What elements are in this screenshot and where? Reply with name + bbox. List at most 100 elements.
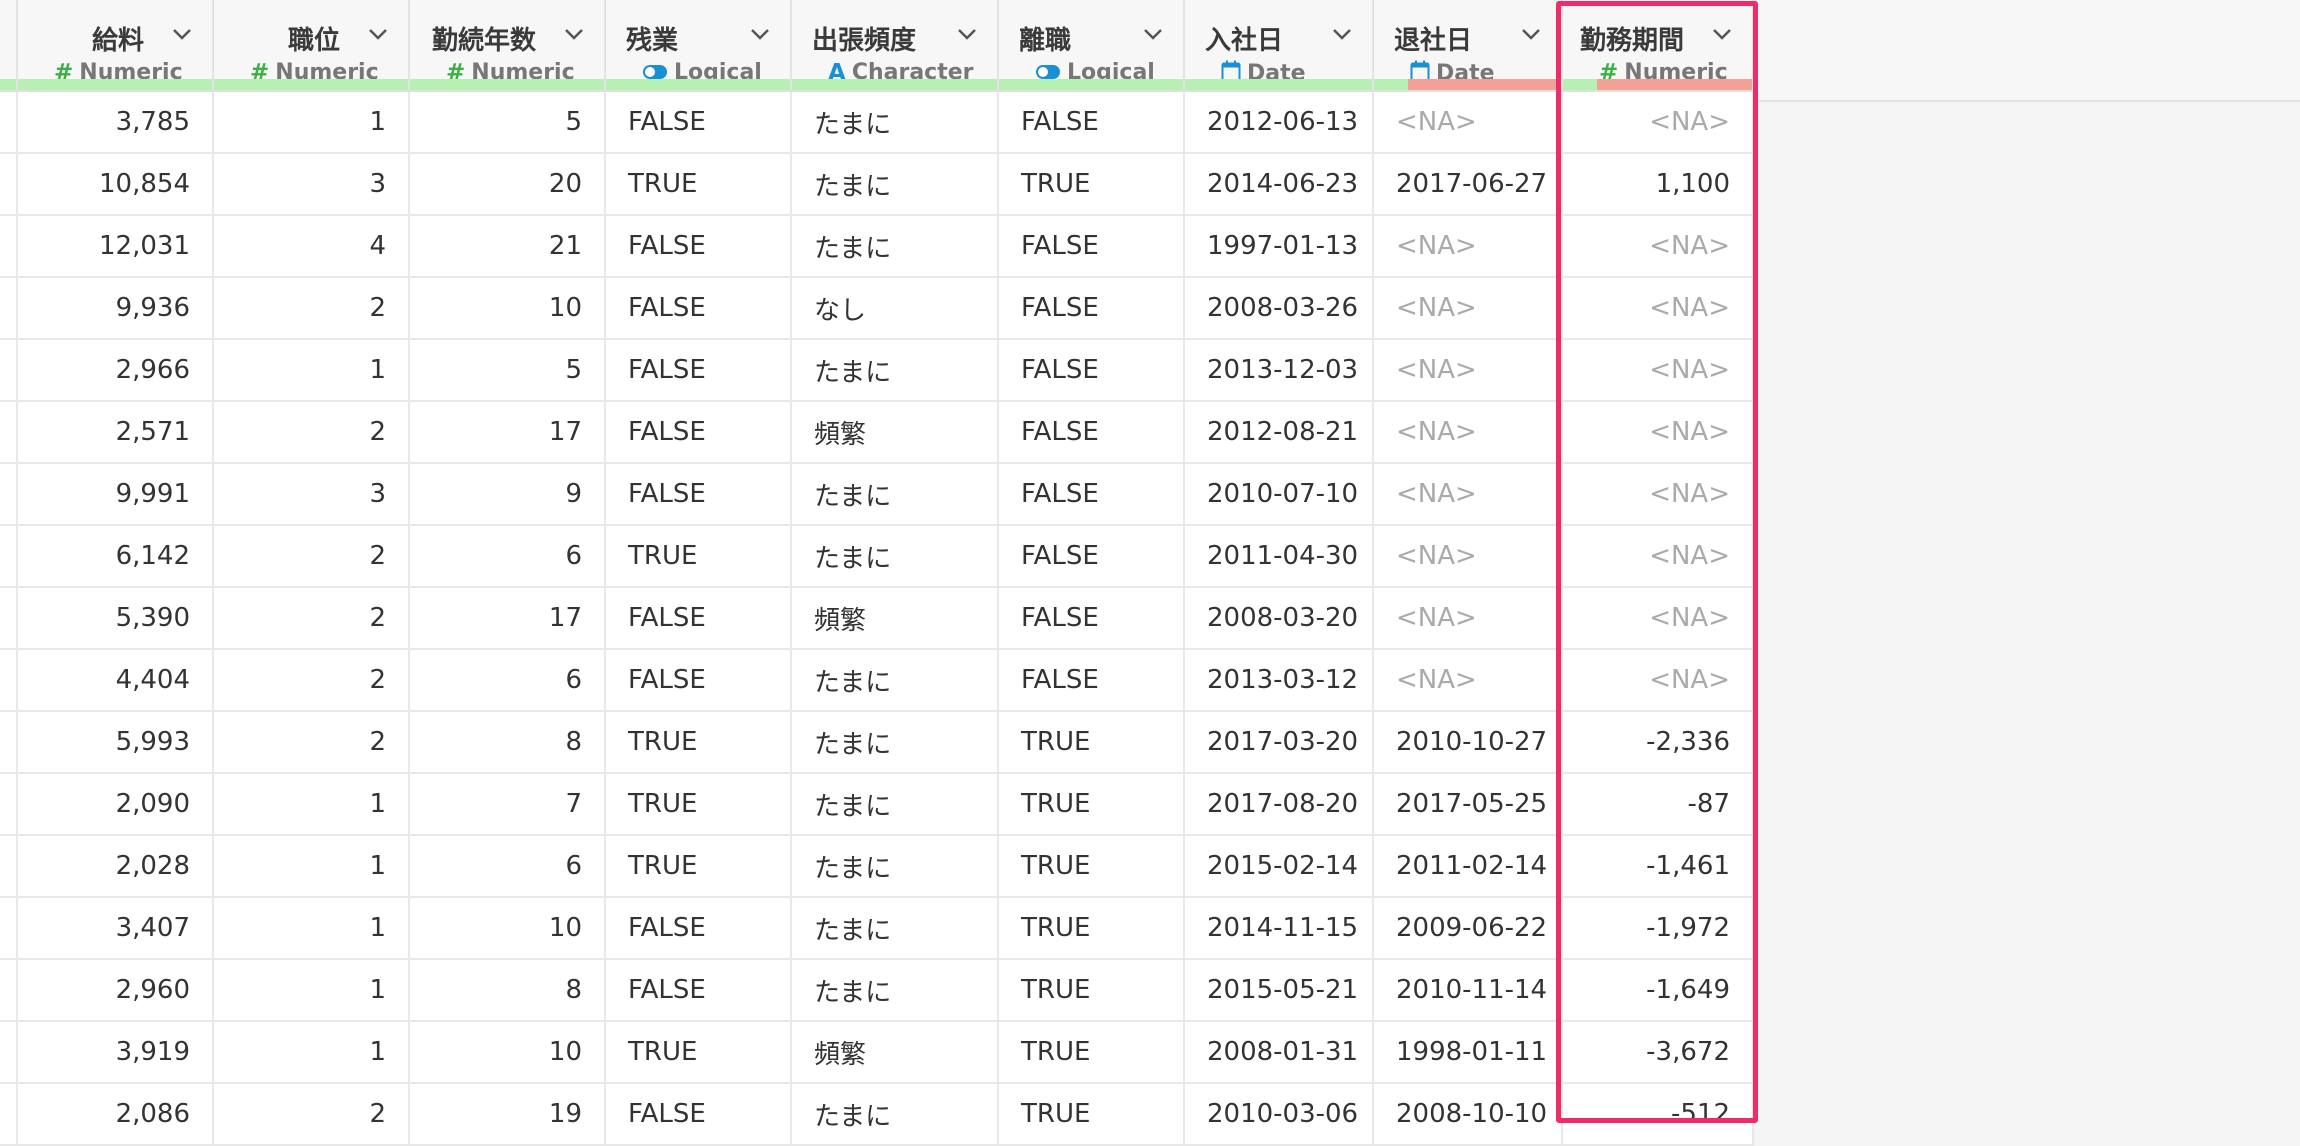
table-cell[interactable]: FALSE — [605, 463, 792, 526]
table-cell[interactable]: たまに — [791, 711, 999, 774]
chevron-down-icon[interactable] — [953, 20, 981, 48]
table-cell[interactable]: <NA> — [1373, 277, 1563, 340]
table-cell[interactable]: 5,993 — [17, 711, 214, 774]
table-cell[interactable]: 1997-01-13 — [1184, 215, 1374, 278]
table-cell[interactable]: <NA> — [1373, 91, 1563, 154]
table-cell[interactable]: 2014-11-15 — [1184, 897, 1374, 960]
table-cell[interactable]: 1 — [213, 1021, 410, 1084]
table-cell[interactable]: 頻繁 — [791, 401, 999, 464]
table-cell[interactable]: 3,407 — [17, 897, 214, 960]
table-cell[interactable]: FALSE — [605, 649, 792, 712]
table-cell[interactable]: -1,649 — [1562, 959, 1754, 1022]
table-cell[interactable]: 5,390 — [17, 587, 214, 650]
table-cell[interactable]: -1,972 — [1562, 897, 1754, 960]
table-cell[interactable]: FALSE — [998, 587, 1185, 650]
table-cell[interactable]: 2012-08-21 — [1184, 401, 1374, 464]
column-header[interactable]: 入社日 Date — [1184, 0, 1374, 92]
table-cell[interactable]: 1,100 — [1562, 153, 1754, 216]
table-cell[interactable]: 2010-11-14 — [1373, 959, 1563, 1022]
table-cell[interactable]: TRUE — [998, 153, 1185, 216]
table-cell[interactable]: 2,086 — [17, 1083, 214, 1146]
table-cell[interactable]: 2009-06-22 — [1373, 897, 1563, 960]
table-cell[interactable]: 10 — [409, 277, 606, 340]
table-cell[interactable]: たまに — [791, 339, 999, 402]
table-cell[interactable]: -512 — [1562, 1083, 1754, 1146]
table-cell[interactable]: 2008-03-20 — [1184, 587, 1374, 650]
table-cell[interactable]: <NA> — [1373, 215, 1563, 278]
table-cell[interactable]: TRUE — [605, 525, 792, 588]
column-header[interactable]: 離職 Logical — [998, 0, 1185, 92]
table-cell[interactable]: <NA> — [1373, 649, 1563, 712]
table-cell[interactable]: 2014-06-23 — [1184, 153, 1374, 216]
table-cell[interactable]: 3,919 — [17, 1021, 214, 1084]
chevron-down-icon[interactable] — [1517, 20, 1545, 48]
table-cell[interactable]: FALSE — [605, 277, 792, 340]
table-cell[interactable]: たまに — [791, 649, 999, 712]
table-cell[interactable]: FALSE — [998, 401, 1185, 464]
table-cell[interactable]: 2 — [213, 587, 410, 650]
table-cell[interactable]: <NA> — [1562, 339, 1754, 402]
table-cell[interactable]: 2,966 — [17, 339, 214, 402]
table-cell[interactable]: FALSE — [998, 525, 1185, 588]
table-cell[interactable]: FALSE — [605, 959, 792, 1022]
table-cell[interactable]: 1 — [213, 959, 410, 1022]
table-cell[interactable]: 5 — [409, 91, 606, 154]
table-cell[interactable]: 8 — [409, 959, 606, 1022]
table-cell[interactable]: たまに — [791, 153, 999, 216]
table-cell[interactable]: TRUE — [605, 153, 792, 216]
table-cell[interactable]: 10,854 — [17, 153, 214, 216]
table-cell[interactable]: 5 — [409, 339, 606, 402]
table-cell[interactable]: FALSE — [605, 91, 792, 154]
table-cell[interactable]: 2017-05-25 — [1373, 773, 1563, 836]
table-cell[interactable]: 19 — [409, 1083, 606, 1146]
table-cell[interactable]: 2013-03-12 — [1184, 649, 1374, 712]
column-header[interactable]: 職位 # Numeric — [213, 0, 410, 92]
chevron-down-icon[interactable] — [1139, 20, 1167, 48]
table-cell[interactable]: <NA> — [1562, 215, 1754, 278]
table-cell[interactable]: <NA> — [1562, 649, 1754, 712]
table-cell[interactable]: 4,404 — [17, 649, 214, 712]
chevron-down-icon[interactable] — [364, 20, 392, 48]
table-cell[interactable]: 2,960 — [17, 959, 214, 1022]
table-cell[interactable]: 17 — [409, 401, 606, 464]
column-header[interactable]: 勤務期間 # Numeric — [1562, 0, 1754, 92]
table-cell[interactable]: 2008-10-10 — [1373, 1083, 1563, 1146]
table-cell[interactable]: 2015-05-21 — [1184, 959, 1374, 1022]
table-cell[interactable]: <NA> — [1562, 277, 1754, 340]
table-cell[interactable]: TRUE — [998, 1083, 1185, 1146]
table-cell[interactable]: 9,991 — [17, 463, 214, 526]
table-cell[interactable]: 1 — [213, 835, 410, 898]
table-cell[interactable]: 2 — [213, 649, 410, 712]
table-cell[interactable]: なし — [791, 277, 999, 340]
table-cell[interactable]: -2,336 — [1562, 711, 1754, 774]
table-cell[interactable]: FALSE — [605, 897, 792, 960]
table-cell[interactable]: FALSE — [605, 587, 792, 650]
table-cell[interactable]: 17 — [409, 587, 606, 650]
table-cell[interactable]: 3,785 — [17, 91, 214, 154]
table-cell[interactable]: 21 — [409, 215, 606, 278]
table-cell[interactable]: 2012-06-13 — [1184, 91, 1374, 154]
table-cell[interactable]: 6 — [409, 649, 606, 712]
table-cell[interactable]: FALSE — [998, 463, 1185, 526]
table-cell[interactable]: 1 — [213, 897, 410, 960]
table-cell[interactable]: FALSE — [998, 91, 1185, 154]
table-cell[interactable]: 2,571 — [17, 401, 214, 464]
table-cell[interactable]: 12,031 — [17, 215, 214, 278]
table-cell[interactable]: 20 — [409, 153, 606, 216]
table-cell[interactable]: <NA> — [1373, 401, 1563, 464]
table-cell[interactable]: FALSE — [998, 277, 1185, 340]
table-cell[interactable]: TRUE — [998, 1021, 1185, 1084]
table-cell[interactable]: 2,028 — [17, 835, 214, 898]
table-cell[interactable]: 3 — [213, 463, 410, 526]
table-cell[interactable]: TRUE — [605, 835, 792, 898]
table-cell[interactable]: FALSE — [998, 215, 1185, 278]
table-cell[interactable]: FALSE — [605, 339, 792, 402]
table-cell[interactable]: 2010-07-10 — [1184, 463, 1374, 526]
table-cell[interactable]: 2 — [213, 1083, 410, 1146]
table-cell[interactable]: 2 — [213, 401, 410, 464]
column-header[interactable]: 残業 Logical — [605, 0, 792, 92]
table-cell[interactable]: たまに — [791, 91, 999, 154]
table-cell[interactable]: 6 — [409, 835, 606, 898]
table-cell[interactable]: たまに — [791, 1083, 999, 1146]
table-cell[interactable]: <NA> — [1562, 463, 1754, 526]
